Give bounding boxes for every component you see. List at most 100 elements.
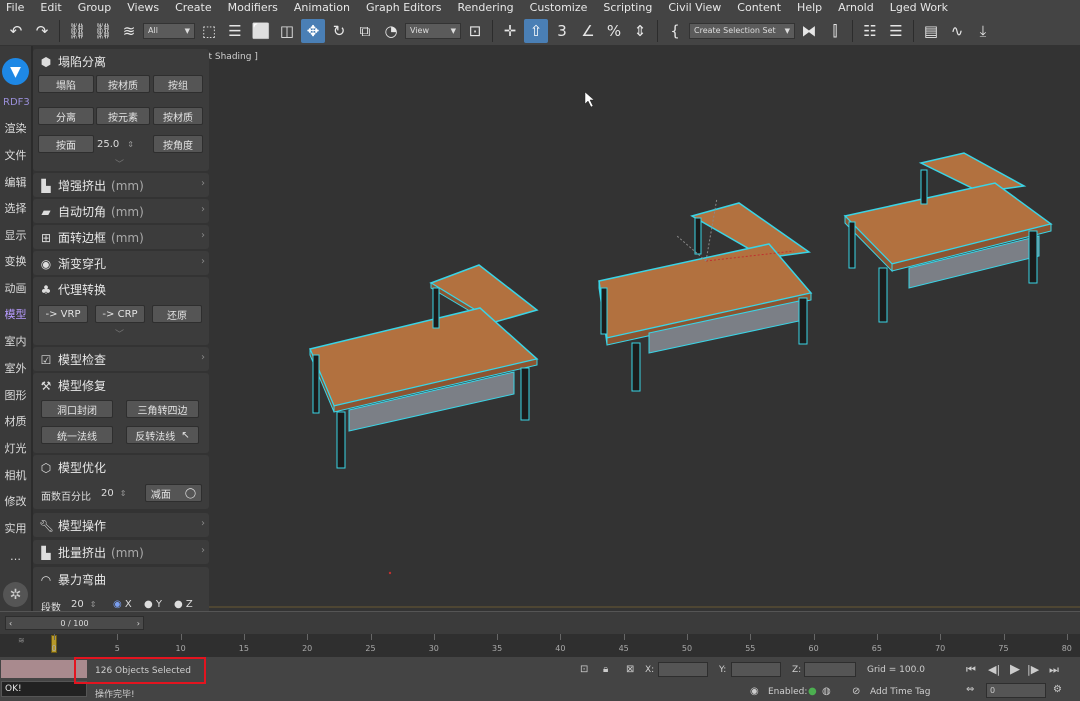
track-view-icon[interactable]: ≋ [18, 636, 25, 645]
key-mode-icon[interactable]: ⇔ [966, 684, 974, 695]
edit-named-sets-icon[interactable]: { [663, 19, 687, 43]
menu-item-create[interactable]: Create [167, 0, 220, 16]
time-configuration-icon[interactable]: ⚙ [1053, 684, 1062, 695]
perspective-viewport[interactable]: lt Shading ] [209, 46, 1080, 611]
time-slider[interactable]: ‹ 0 / 100 › [5, 616, 144, 630]
isolate-selection-icon[interactable]: ⊡ [580, 664, 588, 675]
unify-normals-button[interactable]: 统一法线 [41, 426, 113, 444]
reduce-faces-button[interactable]: 减面 ◯ [145, 484, 202, 502]
spinner-arrows-icon[interactable]: ⇕ [120, 489, 127, 498]
model-check-section[interactable]: ☑ 模型检查 › [33, 347, 209, 371]
align-icon[interactable]: ⫿ [823, 19, 847, 43]
plugin-tab-3[interactable]: 选择 [0, 202, 31, 216]
model-operate-header[interactable]: 🔧︎ 模型操作 [39, 517, 106, 534]
auto-chamfer-section[interactable]: ▰ 自动切角 (mm) › [33, 199, 209, 223]
spinner-snap-icon[interactable]: ⇕ [628, 19, 652, 43]
lock-icon[interactable]: 🔒︎ [603, 664, 608, 675]
model-optimize-header[interactable]: ⬡ 模型优化 [39, 459, 106, 476]
go-to-start-icon[interactable]: ⏮ [966, 663, 976, 677]
plugin-tab-12[interactable]: 灯光 [0, 442, 31, 456]
close-hole-button[interactable]: 洞口封闭 [41, 400, 113, 418]
add-time-tag-button[interactable]: Add Time Tag [870, 687, 930, 697]
track-bar[interactable]: ≋ 0 5 10 15 20 25 30 35 40 45 50 55 60 65 70 75 80 [0, 634, 1080, 658]
plugin-tab-15[interactable]: 实用 [0, 522, 31, 536]
detach-button[interactable]: 分离 [38, 107, 94, 125]
selection-set-dropdown[interactable]: Create Selection Set ▼ [689, 22, 795, 39]
menu-item-animation[interactable]: Animation [286, 0, 358, 16]
face-percent-spinner[interactable]: 20 ⇕ [101, 484, 141, 502]
to-crp-button[interactable]: -> CRP [95, 305, 145, 323]
menu-item-graph-editors[interactable]: Graph Editors [358, 0, 450, 16]
collapse-by-group-button[interactable]: 按组 [153, 75, 203, 93]
gradient-perforation-header[interactable]: ◉ 渐变穿孔 [39, 255, 106, 272]
plugin-tab-1[interactable]: 文件 [0, 149, 31, 163]
time-slider-next-icon[interactable]: › [137, 619, 140, 628]
menu-item-views[interactable]: Views [119, 0, 167, 16]
time-config-icon[interactable]: ◍ [822, 686, 831, 697]
enabled-indicator-icon[interactable]: ● [808, 686, 817, 697]
bind-spacewarp-icon[interactable]: ≋ [117, 19, 141, 43]
menu-item-rendering[interactable]: Rendering [449, 0, 521, 16]
flip-normals-button[interactable]: 反转法线 ↖ [126, 426, 199, 444]
desk-left[interactable] [308, 264, 539, 469]
window-crossing-icon[interactable]: ◫ [275, 19, 299, 43]
plugin-tab-11[interactable]: 材质 [0, 415, 31, 429]
menu-item-scripting[interactable]: Scripting [595, 0, 660, 16]
mirror-icon[interactable]: ⧓ [797, 19, 821, 43]
enhanced-extrude-section[interactable]: ▙ 增强挤出 (mm) › [33, 173, 209, 197]
select-scale-icon[interactable]: ⧉ [353, 19, 377, 43]
batch-extrude-section[interactable]: ▙ 批量挤出 (mm) › [33, 540, 209, 564]
plugin-logo-icon[interactable]: ▼ [2, 58, 29, 85]
select-rotate-icon[interactable]: ↻ [327, 19, 351, 43]
auto-chamfer-header[interactable]: ▰ 自动切角 (mm) [39, 203, 143, 220]
detach-by-face-button[interactable]: 按面 [38, 135, 94, 153]
axis-x-radio[interactable]: ◉ X [113, 599, 132, 610]
force-bend-header[interactable]: ◠ 暴力弯曲 [39, 571, 106, 588]
unlink-icon[interactable]: ⛓ [91, 19, 115, 43]
gradient-perforation-section[interactable]: ◉ 渐变穿孔 › [33, 251, 209, 275]
collapse-by-material-button[interactable]: 按材质 [96, 75, 150, 93]
plugin-tab-8[interactable]: 室内 [0, 335, 31, 349]
redo-icon[interactable]: ↷ [30, 19, 54, 43]
dope-sheet-icon[interactable]: ⤓ [971, 19, 995, 43]
collapse-button[interactable]: 塌陷 [38, 75, 94, 93]
layer-explorer-icon[interactable]: ☰ [884, 19, 908, 43]
proxy-convert-header[interactable]: ♣ 代理转换 [39, 281, 106, 298]
pivot-center-icon[interactable]: ⊡ [463, 19, 487, 43]
select-by-name-icon[interactable]: ☰ [223, 19, 247, 43]
tri-to-quad-button[interactable]: 三角转四边 [126, 400, 199, 418]
to-vrp-button[interactable]: -> VRP [38, 305, 88, 323]
ribbon-icon[interactable]: ▤ [919, 19, 943, 43]
axis-z-radio[interactable]: ● Z [174, 599, 193, 610]
play-icon[interactable]: ▶ [1010, 662, 1020, 677]
rect-selection-icon[interactable]: ⬜ [249, 19, 273, 43]
percent-snap-icon[interactable]: % [602, 19, 626, 43]
plugin-tab-13[interactable]: 相机 [0, 469, 31, 483]
previous-frame-icon[interactable]: ◀| [988, 663, 1000, 676]
plugin-tab-6[interactable]: 动画 [0, 282, 31, 296]
scene-explorer-icon[interactable]: ☷ [858, 19, 882, 43]
model-check-header[interactable]: ☑ 模型检查 [39, 351, 106, 368]
ref-coord-dropdown[interactable]: View ▼ [405, 22, 461, 39]
plugin-tab-14[interactable]: 修改 [0, 495, 31, 509]
expand-chevron-icon[interactable]: ﹀ [115, 157, 124, 170]
face-to-frame-section[interactable]: ⊞ 面转边框 (mm) › [33, 225, 209, 249]
plugin-tab-5[interactable]: 变换 [0, 255, 31, 269]
plugin-tab-7[interactable]: 模型 [0, 308, 31, 322]
menu-item-file[interactable]: File [0, 0, 32, 16]
detach-by-angle-button[interactable]: 按角度 [153, 135, 203, 153]
undo-icon[interactable]: ↶ [4, 19, 28, 43]
detach-by-material-button[interactable]: 按材质 [153, 107, 203, 125]
plugin-tab-10[interactable]: 图形 [0, 389, 31, 403]
restore-button[interactable]: 还原 [152, 305, 202, 323]
place-icon[interactable]: ◔ [379, 19, 403, 43]
manipulate-icon[interactable]: ✛ [498, 19, 522, 43]
current-frame-field[interactable]: 0 [986, 683, 1046, 698]
go-to-end-icon[interactable]: ⏭ [1049, 663, 1059, 677]
link-icon[interactable]: ⛓ [65, 19, 89, 43]
expand-chevron-icon[interactable]: ﹀ [115, 327, 124, 340]
face-to-frame-header[interactable]: ⊞ 面转边框 (mm) [39, 229, 144, 246]
segments-spinner[interactable]: 20 ⇕ [71, 595, 107, 611]
plugin-tab-9[interactable]: 室外 [0, 362, 31, 376]
next-frame-icon[interactable]: |▶ [1027, 663, 1039, 676]
